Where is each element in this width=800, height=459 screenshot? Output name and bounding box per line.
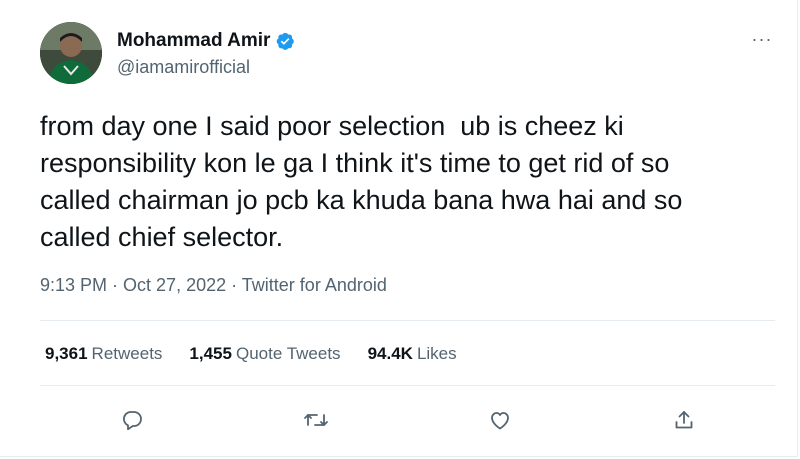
like-icon[interactable] bbox=[486, 406, 514, 434]
likes-stat[interactable]: 94.4K Likes bbox=[368, 344, 457, 364]
tweet-source[interactable]: Twitter for Android bbox=[242, 275, 387, 295]
likes-label: Likes bbox=[416, 344, 457, 363]
share-icon[interactable] bbox=[670, 406, 698, 434]
author-name-row[interactable]: Mohammad Amir bbox=[117, 30, 295, 52]
more-options-icon[interactable]: ··· bbox=[747, 28, 777, 49]
meta-separator: · bbox=[107, 275, 124, 295]
quote-tweets-label: Quote Tweets bbox=[235, 344, 341, 363]
retweets-label: Retweets bbox=[91, 344, 163, 363]
divider bbox=[40, 385, 775, 386]
reply-icon[interactable] bbox=[118, 406, 146, 434]
tweet-text: from day one I said poor selection ub is… bbox=[40, 111, 683, 252]
avatar-image bbox=[40, 22, 102, 84]
tweet-time[interactable]: 9:13 PM bbox=[40, 275, 107, 295]
likes-count: 94.4K bbox=[367, 344, 413, 363]
meta-separator: · bbox=[226, 275, 242, 295]
tweet-actions bbox=[0, 406, 800, 434]
retweets-stat[interactable]: 9,361 Retweets bbox=[45, 344, 162, 364]
tweet-meta: 9:13 PM · Oct 27, 2022 · Twitter for And… bbox=[40, 275, 387, 296]
tweet-card: Mohammad Amir @iamamirofficial ··· from … bbox=[0, 0, 798, 457]
quote-tweets-count: 1,455 bbox=[189, 344, 232, 363]
author-handle[interactable]: @iamamirofficial bbox=[117, 57, 250, 78]
divider bbox=[40, 320, 775, 321]
avatar[interactable] bbox=[40, 22, 102, 84]
author-name[interactable]: Mohammad Amir bbox=[117, 30, 270, 52]
retweets-count: 9,361 bbox=[45, 344, 88, 363]
more-options-glyph: ··· bbox=[751, 28, 773, 49]
tweet-stats: 9,361 Retweets 1,455 Quote Tweets 94.4K Lik… bbox=[45, 344, 484, 364]
quote-tweets-stat[interactable]: 1,455 Quote Tweets bbox=[189, 344, 340, 364]
tweet-date[interactable]: Oct 27, 2022 bbox=[123, 275, 226, 295]
verified-badge-icon bbox=[275, 31, 295, 51]
retweet-icon[interactable] bbox=[302, 406, 330, 434]
